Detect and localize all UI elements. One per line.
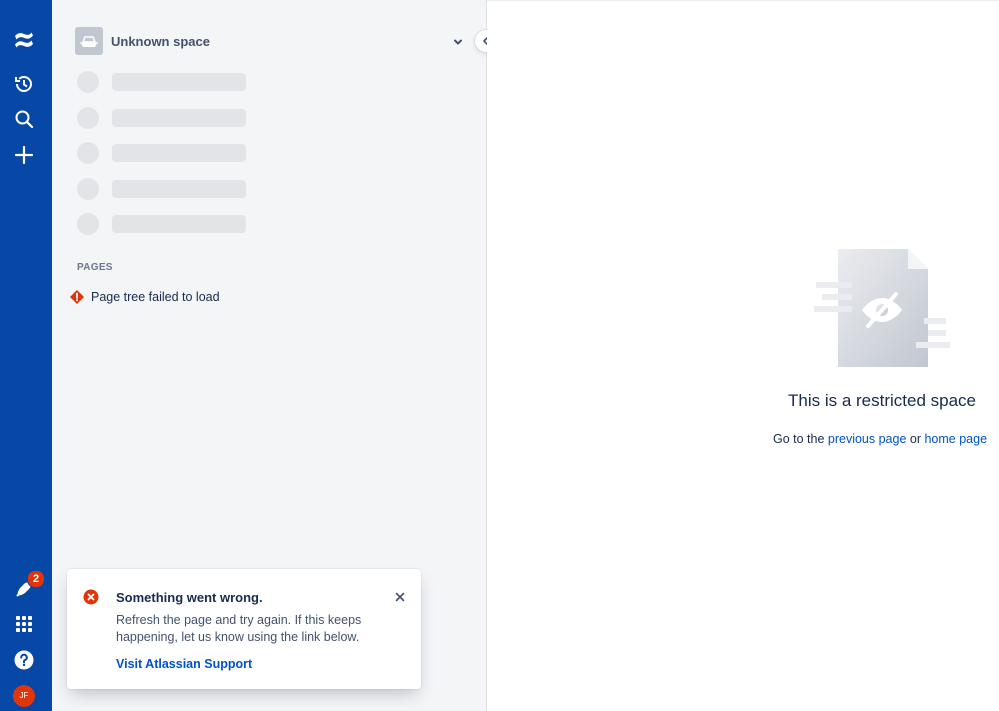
search-icon[interactable] [10,105,38,133]
space-header[interactable]: Unknown space [75,27,210,55]
page-tree-error: Page tree failed to load [69,289,220,305]
flag-body: Refresh the page and try again. If this … [116,613,362,644]
restricted-space-message: Go to the previous page or home page [760,432,999,446]
page-tree-error-text: Page tree failed to load [91,290,220,304]
flag-title: Something went wrong. [116,590,263,605]
space-avatar-icon [75,27,103,55]
atlassian-support-link[interactable]: Visit Atlassian Support [116,657,252,671]
message-prefix: Go to the [772,432,828,446]
notification-count-badge: 2 [27,570,45,588]
pages-heading: PAGES [77,262,113,273]
create-icon[interactable] [10,141,38,169]
home-page-link[interactable]: home page [924,432,987,446]
error-circle-icon [83,589,99,605]
avatar[interactable]: JF [13,685,35,707]
previous-page-link[interactable]: previous page [828,432,907,446]
app-switcher-icon[interactable] [10,610,38,638]
confluence-logo-icon[interactable] [10,26,38,54]
global-navigation: 2 JF [0,0,52,711]
recent-icon[interactable] [10,70,38,98]
close-icon[interactable] [393,590,407,604]
help-icon[interactable] [10,646,38,674]
space-name: Unknown space [111,33,210,49]
restricted-space-title: This is a restricted space [787,391,976,410]
message-conjunction: or [906,432,925,446]
error-flag: Something went wrong. Refresh the page a… [67,569,421,689]
restricted-space-illustration [814,249,950,367]
chevron-down-icon[interactable] [450,34,466,50]
error-icon [70,290,84,304]
